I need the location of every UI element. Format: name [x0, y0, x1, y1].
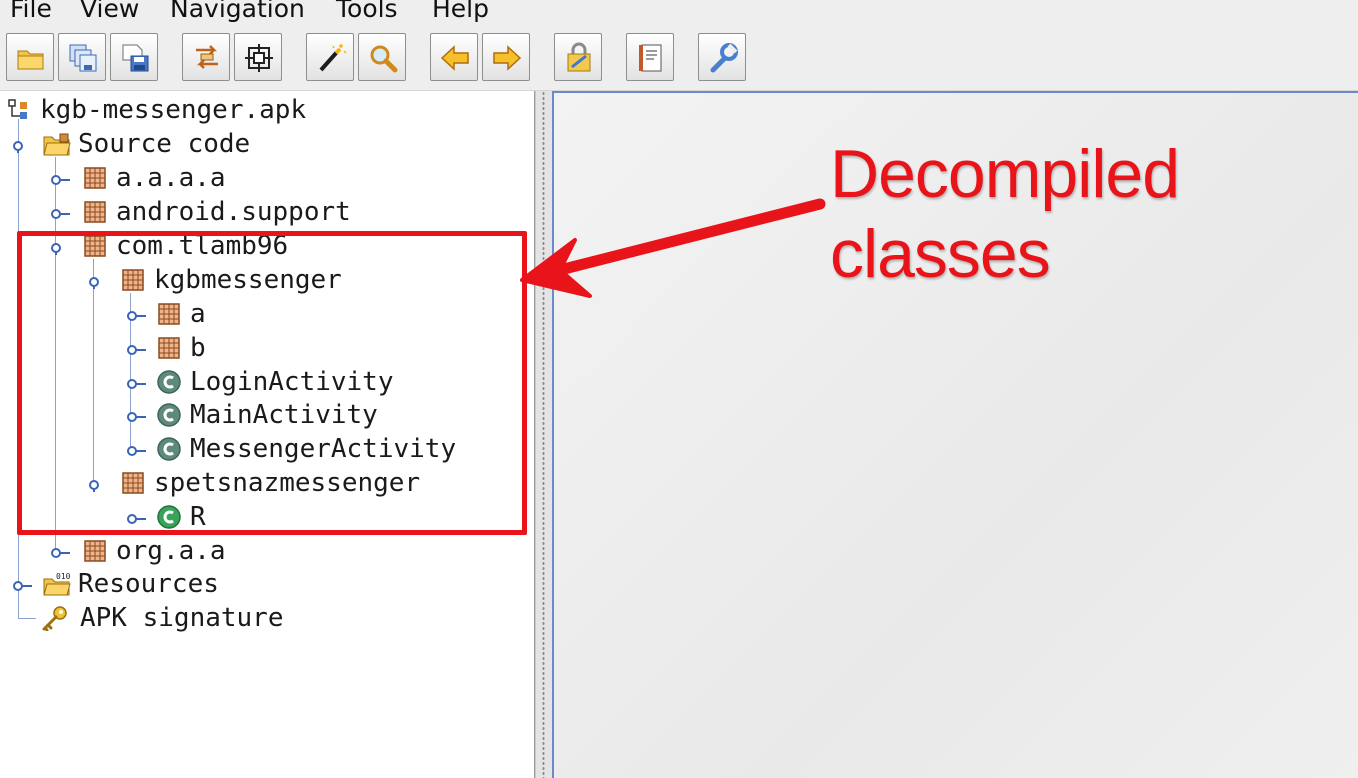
resources-folder-icon: 010 — [43, 572, 71, 596]
flatten-packages-icon — [245, 44, 273, 72]
open-file-button[interactable] — [6, 33, 54, 81]
menu-tools[interactable]: Tools — [336, 0, 398, 23]
collapsed-handle-icon — [51, 548, 70, 558]
collapsed-handle-icon — [13, 581, 32, 591]
arrow-right-icon — [493, 45, 522, 71]
tree-node-package[interactable]: org.a.a — [42, 534, 462, 568]
tree-label: org.a.a — [116, 536, 226, 566]
tree-node-root[interactable]: kgb-messenger.apk — [4, 93, 424, 127]
flatten-packages-button[interactable] — [234, 33, 282, 81]
magnifier-icon — [370, 45, 398, 73]
svg-text:010: 010 — [56, 572, 71, 581]
menu-bar: File View Navigation Tools Help — [0, 0, 1358, 26]
collapsed-handle-icon — [51, 209, 70, 219]
menu-view[interactable]: View — [80, 0, 139, 23]
key-icon — [42, 606, 67, 631]
package-icon — [84, 167, 106, 189]
annotation-label: Decompiled classes — [830, 134, 1180, 294]
arrow-left-icon — [440, 45, 469, 71]
tree-label: a.a.a.a — [116, 163, 226, 193]
tree-label: kgb-messenger.apk — [40, 95, 307, 125]
menu-file[interactable]: File — [10, 0, 52, 23]
annotation-line-2: classes — [830, 216, 1051, 292]
tree-node-source-code[interactable]: Source code — [4, 127, 424, 161]
tree-node-package[interactable]: android.support — [42, 195, 462, 229]
package-icon — [84, 201, 106, 223]
tree-node-apk-signature[interactable]: APK signature — [4, 601, 424, 635]
collapsed-handle-icon — [51, 175, 70, 185]
tree-node-package[interactable]: a.a.a.a — [42, 161, 462, 195]
log-viewer-button[interactable] — [626, 33, 674, 81]
tree-node-resources[interactable]: 010 Resources — [4, 567, 424, 601]
forward-button[interactable] — [482, 33, 530, 81]
preferences-button[interactable] — [698, 33, 746, 81]
splitter-grip — [542, 91, 545, 778]
wrench-icon — [710, 43, 738, 73]
tree-label: APK signature — [80, 603, 284, 633]
notebook-icon — [639, 44, 662, 72]
sync-button[interactable] — [182, 33, 230, 81]
tree-label: Source code — [78, 129, 251, 159]
toolbar — [0, 26, 1358, 92]
menu-help[interactable]: Help — [432, 0, 489, 23]
decompile-all-button[interactable] — [554, 33, 602, 81]
annotation-line-1: Decompiled — [830, 136, 1180, 212]
back-button[interactable] — [430, 33, 478, 81]
highlight-box — [17, 231, 527, 535]
package-icon — [84, 540, 106, 562]
tree-label: android.support — [116, 197, 351, 227]
menu-navigation[interactable]: Navigation — [170, 0, 305, 23]
panel-splitter[interactable] — [535, 91, 553, 778]
lock-edit-icon — [567, 42, 591, 72]
save-all-icon — [69, 44, 97, 72]
expanded-handle-icon — [13, 141, 23, 153]
open-file-icon — [17, 50, 44, 70]
save-all-button[interactable] — [58, 33, 106, 81]
find-button[interactable] — [358, 33, 406, 81]
project-icon — [8, 99, 27, 119]
save-icon — [122, 44, 149, 72]
magic-wand-icon — [319, 44, 347, 72]
sync-icon — [196, 45, 218, 69]
source-folder-icon — [43, 133, 71, 156]
tree-label: Resources — [78, 569, 219, 599]
save-button[interactable] — [110, 33, 158, 81]
search-text-button[interactable] — [306, 33, 354, 81]
